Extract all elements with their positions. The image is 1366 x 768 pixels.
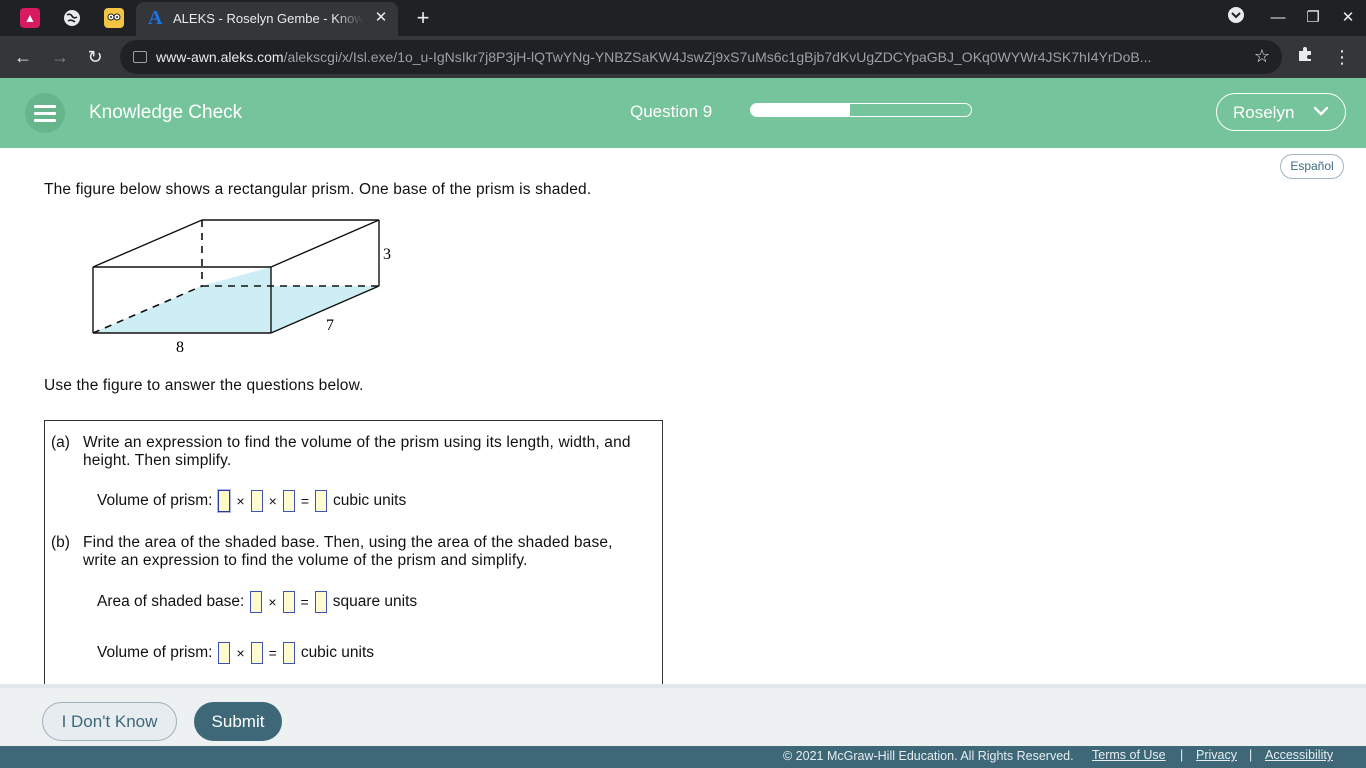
part-b-text: Find the area of the shaded base. Then, … [83,534,613,569]
close-tab-icon[interactable]: ✕ [372,9,390,27]
legal-bar: © 2021 McGraw-Hill Education. All Rights… [0,746,1366,768]
times-sign: × [268,594,277,610]
length-input[interactable] [218,490,231,512]
width-input[interactable] [250,490,263,512]
equals-sign: = [300,493,309,509]
area-factor-2-input[interactable] [282,591,295,613]
reload-icon[interactable]: ↻ [82,44,108,70]
restore-icon[interactable]: ❐ [1301,6,1325,30]
footer-separator: | [1249,748,1253,762]
part-b-label: (b) [51,534,70,551]
accessibility-link[interactable]: Accessibility [1265,748,1333,762]
minimize-icon[interactable]: — [1266,6,1290,30]
hamburger-menu-icon[interactable] [25,93,65,133]
chevron-down-icon [1313,106,1329,116]
star-icon[interactable]: ☆ [1254,46,1270,67]
profile-tab-icon[interactable]: ▲ [20,8,40,28]
forward-arrow-icon[interactable]: → [47,44,73,70]
part-b-area-row: Area of shaded base: × = square units [97,591,417,613]
prism-figure: 8 7 3 [80,210,410,360]
volume-b-result-input[interactable] [282,642,295,664]
new-tab-button[interactable]: + [410,5,436,31]
user-name: Roselyn [1233,103,1295,122]
site-info-icon[interactable] [133,51,147,63]
answer-footer: I Don't Know Submit [0,684,1366,746]
width-label: 7 [326,317,334,334]
part-a-volume-row: Volume of prism: × × = cubic units [97,490,406,512]
url-text[interactable]: www-awn.aleks.com/alekscgi/x/Isl.exe/1o_… [156,49,1236,65]
emoji-tab-icon[interactable] [104,8,124,28]
i-dont-know-button[interactable]: I Don't Know [42,702,177,741]
volume-label: Volume of prism: [97,492,213,509]
close-window-icon[interactable]: ✕ [1336,6,1360,30]
cubic-units-label: cubic units [333,492,407,509]
globe-tab-icon[interactable] [62,8,82,28]
length-label: 8 [176,339,184,356]
height-label: 3 [383,246,391,263]
progress-fill [751,104,850,116]
area-label: Area of shaded base: [97,593,245,610]
question-box: (a) Write an expression to find the volu… [44,420,663,700]
times-sign: × [268,493,277,509]
tab-title: ALEKS - Roselyn Gembe - Knowledge Check [173,11,363,26]
address-bar[interactable]: www-awn.aleks.com/alekscgi/x/Isl.exe/1o_… [120,40,1282,74]
part-a-label: (a) [51,434,70,451]
cubic-units-label: cubic units [300,644,375,661]
aleks-header: Knowledge Check Question 9 Roselyn [0,78,1366,148]
tab-search-icon[interactable] [1224,6,1248,30]
part-a-text: Write an expression to find the volume o… [83,434,631,469]
browser-tab-bar: ▲ A ALEKS - Roselyn Gembe - Knowledge Ch… [0,0,1366,36]
prism-height-input[interactable] [250,642,263,664]
back-arrow-icon[interactable]: ← [10,44,36,70]
question-prompt: The figure below shows a rectangular pri… [44,181,592,198]
browser-toolbar: ← → ↻ www-awn.aleks.com/alekscgi/x/Isl.e… [0,36,1366,78]
question-label: Question 9 [630,102,713,121]
rectangular-prism-diagram: 8 7 3 [92,219,391,356]
page-title: Knowledge Check [89,102,243,123]
base-area-input[interactable] [218,642,231,664]
area-result-input[interactable] [314,591,327,613]
privacy-link[interactable]: Privacy [1196,748,1237,762]
copyright-text: © 2021 McGraw-Hill Education. All Rights… [783,749,1074,763]
extension-icon[interactable] [1292,44,1318,70]
aleks-logo-icon: A [148,7,163,29]
active-tab[interactable]: A ALEKS - Roselyn Gembe - Knowledge Chec… [136,2,398,36]
espanol-button[interactable]: Español [1280,154,1344,179]
times-sign: × [236,493,245,509]
submit-button[interactable]: Submit [194,702,282,741]
footer-separator: | [1180,748,1184,762]
equals-sign: = [300,594,309,610]
part-b-volume-row: Volume of prism: × = cubic units [97,642,374,664]
terms-of-use-link[interactable]: Terms of Use [1092,748,1166,762]
volume-result-input[interactable] [315,490,327,512]
instruction-text: Use the figure to answer the questions b… [44,377,364,394]
times-sign: × [236,645,245,661]
user-menu-button[interactable]: Roselyn [1216,93,1346,131]
kebab-menu-icon[interactable]: ⋮ [1329,44,1355,70]
volume-label: Volume of prism: [97,644,213,661]
question-progress-bar [750,103,972,117]
area-factor-1-input[interactable] [250,591,263,613]
height-input[interactable] [282,490,295,512]
equals-sign: = [268,645,277,661]
square-units-label: square units [332,593,418,610]
